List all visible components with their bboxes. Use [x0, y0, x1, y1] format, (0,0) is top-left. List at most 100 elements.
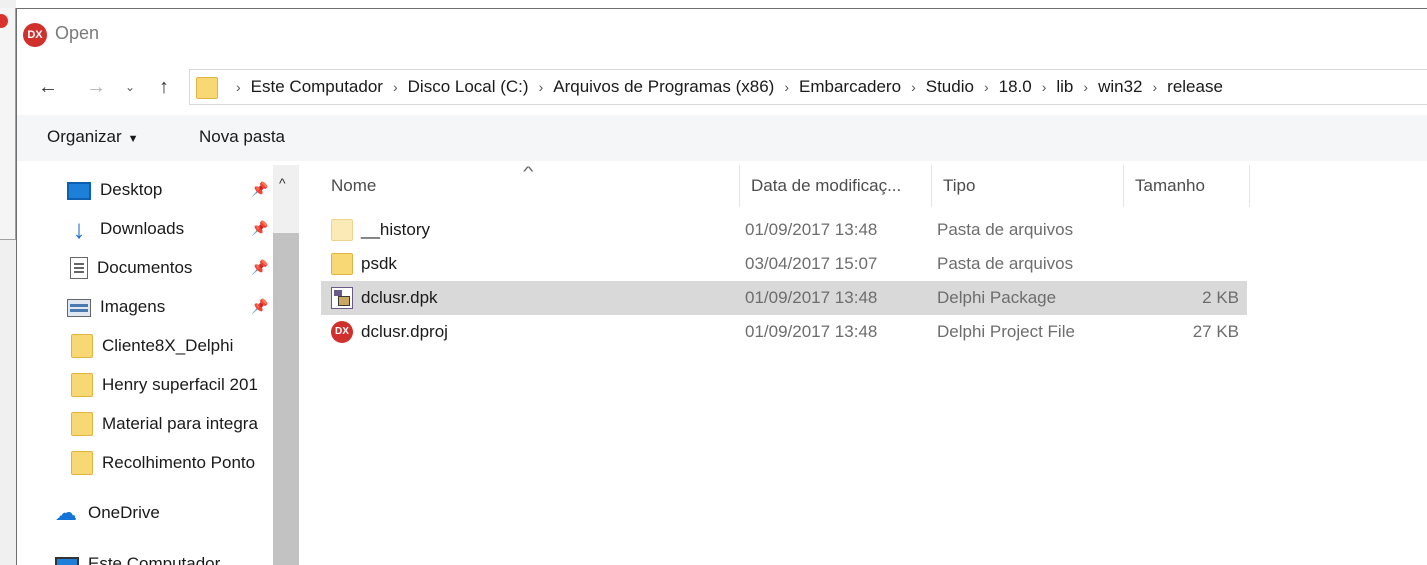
sidebar-item-downloads[interactable]: ↓ Downloads: [67, 212, 273, 246]
sidebar-item-label: Imagens: [100, 297, 166, 316]
breadcrumb-separator[interactable]: ›: [1152, 79, 1157, 95]
breadcrumb-separator[interactable]: ›: [1042, 79, 1047, 95]
window-title: Open: [55, 23, 100, 43]
folder-icon: [71, 334, 93, 358]
organize-button[interactable]: Organizar ▼: [47, 127, 139, 147]
file-size: [1129, 213, 1239, 247]
navigation-pane-scrollbar[interactable]: ^: [273, 165, 299, 565]
sidebar-item-images[interactable]: Imagens: [67, 290, 273, 324]
file-row-psdk[interactable]: psdk 03/04/2017 15:07 Pasta de arquivos: [321, 247, 1247, 281]
download-icon: ↓: [72, 214, 86, 244]
breadcrumb-separator[interactable]: ›: [911, 79, 916, 95]
breadcrumb-separator[interactable]: ›: [984, 79, 989, 95]
delphi-package-icon: [331, 287, 353, 309]
file-row-history[interactable]: __history 01/09/2017 13:48 Pasta de arqu…: [321, 213, 1247, 247]
folder-icon: [331, 219, 353, 241]
sidebar-item-label: Henry superfacil 201: [102, 375, 258, 394]
breadcrumb-item[interactable]: win32: [1098, 77, 1142, 97]
background-window-edge: [0, 0, 16, 565]
file-date: 01/09/2017 13:48: [745, 220, 878, 239]
file-name-cell: __history: [331, 213, 430, 247]
sidebar-item-henry-superfacil[interactable]: Henry superfacil 201: [71, 368, 273, 402]
column-header-name[interactable]: Nome: [321, 165, 741, 207]
title-bar: DX Open: [17, 9, 1427, 59]
sidebar-item-label: Desktop: [100, 180, 163, 199]
breadcrumb-separator[interactable]: ›: [784, 79, 789, 95]
pin-icon[interactable]: 📌: [251, 298, 268, 315]
breadcrumb-item[interactable]: lib: [1056, 77, 1073, 97]
sidebar-item-label: Recolhimento Ponto: [102, 453, 256, 472]
sidebar-item-documents[interactable]: Documentos: [67, 251, 273, 285]
caret-down-icon: ▼: [127, 133, 139, 145]
sidebar-item-label: Este Computador: [88, 554, 221, 565]
file-name: dclusr.dpk: [361, 288, 438, 307]
sidebar-item-onedrive[interactable]: ☁ OneDrive: [55, 496, 273, 530]
recent-locations-chevron-icon[interactable]: ⌄: [121, 73, 139, 101]
file-row-dclusr-dpk[interactable]: dclusr.dpk 01/09/2017 13:48 Delphi Packa…: [321, 281, 1247, 315]
folder-icon: [196, 77, 218, 99]
navigation-pane: Desktop 📌 ↓ Downloads 📌 Documentos 📌 Ima…: [17, 165, 299, 565]
file-name: __history: [361, 220, 430, 239]
breadcrumb-item[interactable]: release: [1167, 77, 1223, 97]
sidebar-item-label: Material para integra: [102, 414, 258, 433]
column-header-date[interactable]: Data de modificaç...: [741, 165, 933, 207]
folder-icon: [71, 412, 93, 436]
new-folder-button[interactable]: Nova pasta: [199, 127, 285, 147]
sidebar-item-recolhimento-ponto[interactable]: Recolhimento Ponto: [71, 446, 273, 480]
file-row-dclusr-dproj[interactable]: DX dclusr.dproj 01/09/2017 13:48 Delphi …: [321, 315, 1247, 349]
column-divider[interactable]: [739, 165, 740, 207]
organize-label: Organizar: [47, 127, 122, 146]
pin-icon[interactable]: 📌: [251, 181, 268, 198]
sidebar-item-desktop[interactable]: Desktop: [67, 173, 273, 207]
column-divider[interactable]: [1249, 165, 1250, 207]
breadcrumb-item[interactable]: Este Computador: [251, 77, 383, 97]
breadcrumb-item[interactable]: 18.0: [999, 77, 1032, 97]
back-arrow-icon[interactable]: ←: [35, 73, 61, 101]
breadcrumb-item[interactable]: Arquivos de Programas (x86): [553, 77, 774, 97]
column-divider[interactable]: [931, 165, 932, 207]
pin-icon[interactable]: 📌: [251, 220, 268, 237]
breadcrumb-separator[interactable]: ›: [539, 79, 544, 95]
forward-arrow-icon[interactable]: →: [83, 73, 109, 101]
file-name: dclusr.dproj: [361, 322, 448, 341]
breadcrumb-item[interactable]: Embarcadero: [799, 77, 901, 97]
file-size: 2 KB: [1202, 288, 1239, 307]
address-bar[interactable]: › Este Computador › Disco Local (C:) › A…: [189, 69, 1427, 105]
file-date: 03/04/2017 15:07: [745, 254, 878, 273]
sidebar-item-label: Documentos: [97, 258, 193, 277]
scrollbar-thumb[interactable]: [273, 233, 299, 565]
scroll-up-icon[interactable]: ^: [279, 175, 286, 191]
breadcrumb-item[interactable]: Studio: [926, 77, 974, 97]
command-bar: Organizar ▼ Nova pasta: [17, 115, 1427, 161]
navigation-bar: ← → ⌄ ↑ › Este Computador › Disco Local …: [17, 67, 1427, 107]
breadcrumb-separator[interactable]: ›: [1083, 79, 1088, 95]
breadcrumb: › Este Computador › Disco Local (C:) › A…: [226, 70, 1223, 104]
file-name-cell: DX dclusr.dproj: [331, 315, 448, 349]
sidebar-item-material-para-integra[interactable]: Material para integra: [71, 407, 273, 441]
column-divider[interactable]: [1123, 165, 1124, 207]
sidebar-item-este-computador[interactable]: Este Computador: [55, 547, 273, 565]
sidebar-item-label: OneDrive: [88, 503, 160, 522]
sidebar-item-cliente8x-delphi[interactable]: Cliente8X_Delphi: [71, 329, 273, 363]
images-icon: [67, 299, 91, 317]
file-type: Delphi Project File: [937, 322, 1075, 341]
file-name-cell: psdk: [331, 247, 397, 281]
column-header-type[interactable]: Tipo: [933, 165, 1125, 207]
file-type: Pasta de arquivos: [937, 254, 1074, 273]
breadcrumb-separator[interactable]: ›: [393, 79, 398, 95]
pin-icon[interactable]: 📌: [251, 259, 268, 276]
breadcrumb-separator[interactable]: ›: [236, 79, 241, 95]
file-type: Pasta de arquivos: [937, 220, 1074, 239]
up-arrow-icon[interactable]: ↑: [151, 73, 177, 101]
column-headers: Nome Data de modificaç... Tipo Tamanho: [321, 165, 1251, 207]
file-name: psdk: [361, 254, 397, 273]
file-type: Delphi Package: [937, 288, 1057, 307]
sidebar-item-label: Cliente8X_Delphi: [102, 336, 234, 355]
file-date: 01/09/2017 13:48: [745, 288, 878, 307]
onedrive-icon: ☁: [55, 500, 77, 525]
delphi-app-icon: DX: [23, 23, 47, 47]
breadcrumb-item[interactable]: Disco Local (C:): [408, 77, 529, 97]
file-size: [1129, 247, 1239, 281]
column-header-size[interactable]: Tamanho: [1125, 165, 1249, 207]
computer-icon: [55, 557, 79, 565]
